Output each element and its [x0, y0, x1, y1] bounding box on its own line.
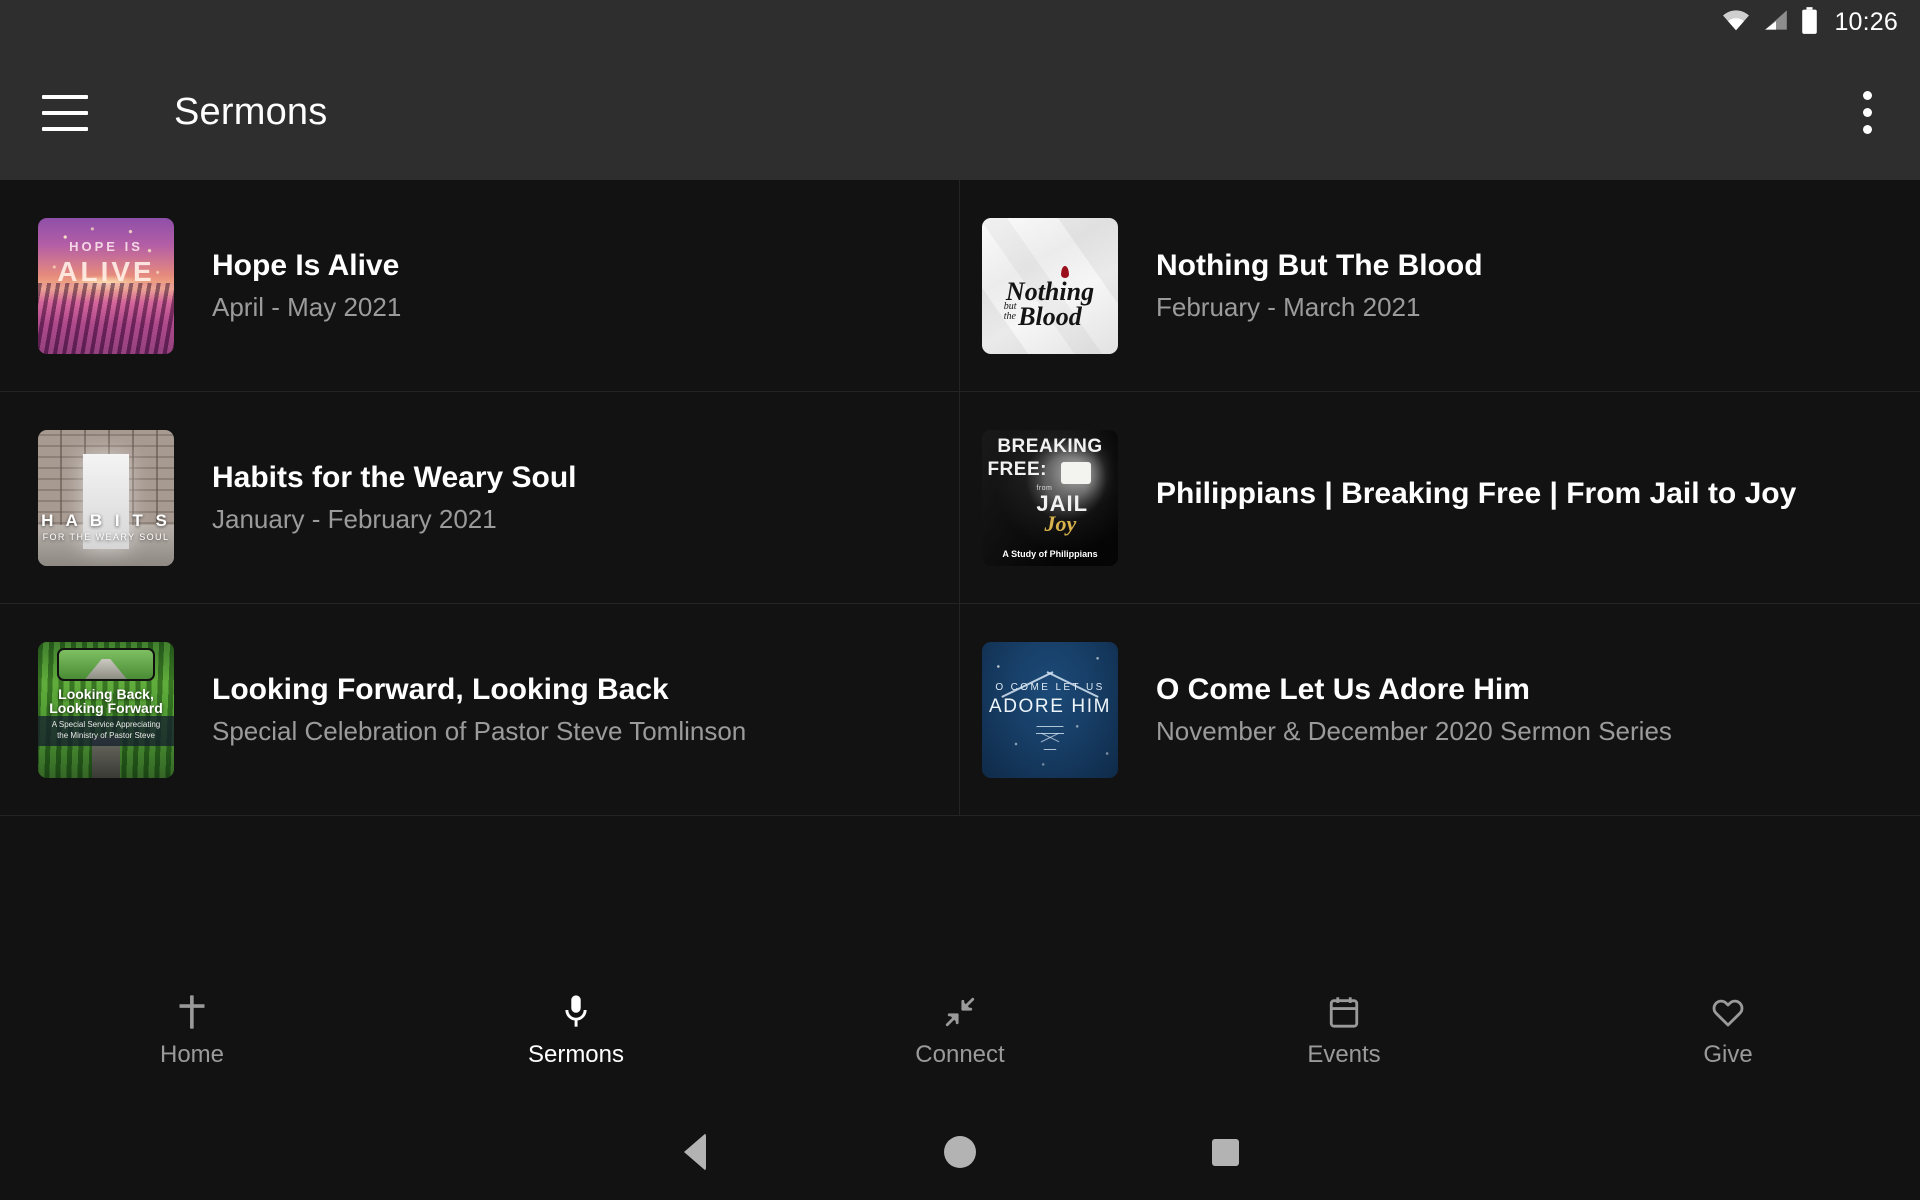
sermon-thumbnail: H A B I T S FOR THE WEARY SOUL	[38, 429, 174, 566]
sermon-title: Habits for the Weary Soul	[212, 461, 577, 495]
sermon-title: Nothing But The Blood	[1156, 249, 1483, 283]
tab-label: Sermons	[527, 1041, 625, 1068]
heart-outline-icon	[1711, 994, 1745, 1030]
calendar-icon	[1328, 994, 1360, 1030]
sermon-thumbnail: BREAKING FREE: from JAIL Joy A Study of …	[982, 429, 1118, 566]
sermons-app-screen: 10:26 Sermons HOPE IS ALIVE Hope Is Aliv…	[0, 0, 1920, 1200]
sermon-grid: HOPE IS ALIVE Hope Is Alive April - May …	[0, 180, 1920, 816]
thumb-text: the Ministry of Pastor Steve	[57, 731, 155, 741]
tab-label: Events	[1307, 1041, 1381, 1068]
sermon-card-text: Nothing But The Blood February - March 2…	[1156, 248, 1483, 323]
battery-icon	[1801, 6, 1818, 39]
thumbnail-art-habits-for-the-weary-soul: H A B I T S FOR THE WEARY SOUL	[38, 429, 174, 566]
sermon-title: Philippians | Breaking Free | From Jail …	[1156, 476, 1797, 510]
hamburger-menu-icon[interactable]	[42, 94, 88, 131]
thumb-text: FOR THE WEARY SOUL	[42, 531, 170, 542]
tab-give[interactable]: Give	[1536, 994, 1920, 1069]
thumb-text: A Study of Philippians	[1002, 548, 1098, 559]
thumb-text: Joy	[1044, 511, 1077, 537]
sermon-subtitle: November & December 2020 Sermon Series	[1156, 715, 1672, 746]
thumbnail-art-breaking-free: BREAKING FREE: from JAIL Joy A Study of …	[982, 429, 1118, 566]
thumbnail-art-nothing-but-the-blood: Nothing but the Blood	[982, 217, 1118, 354]
thumbnail-art-o-come-let-us-adore-him: O COME LET US ADORE HIM	[982, 641, 1118, 778]
sermon-thumbnail: Nothing but the Blood	[982, 217, 1118, 354]
bottom-navigation: Home Sermons Connect Events Give	[0, 980, 1920, 1104]
sermon-card-nothing-but-the-blood[interactable]: Nothing but the Blood Nothing But The Blo…	[960, 180, 1920, 392]
thumb-text: Blood	[1018, 301, 1082, 331]
wifi-icon	[1721, 8, 1751, 37]
sermon-subtitle: January - February 2021	[212, 503, 497, 534]
overflow-dot	[1862, 108, 1872, 117]
hamburger-line	[42, 126, 88, 131]
tab-events[interactable]: Events	[1152, 994, 1536, 1069]
sermon-card-text: Philippians | Breaking Free | From Jail …	[1156, 476, 1796, 519]
cellular-signal-icon	[1762, 8, 1790, 37]
thumb-text: Looking Forward	[49, 699, 163, 716]
back-triangle-icon[interactable]	[563, 1133, 828, 1171]
microphone-icon	[562, 994, 590, 1030]
sermon-thumbnail: Looking Back, Looking Forward A Special …	[38, 641, 174, 778]
thumb-text: FREE:	[987, 459, 1047, 481]
tab-connect[interactable]: Connect	[768, 994, 1152, 1069]
thumb-text: BREAKING	[997, 436, 1103, 458]
thumb-text: HOPE IS	[69, 239, 143, 255]
thumb-text: ALIVE	[57, 255, 155, 287]
sermon-card-habits-for-the-weary-soul[interactable]: H A B I T S FOR THE WEARY SOUL Habits fo…	[0, 392, 960, 604]
cross-icon	[176, 994, 208, 1030]
tab-sermons[interactable]: Sermons	[384, 994, 768, 1069]
sermon-card-philippians-breaking-free[interactable]: BREAKING FREE: from JAIL Joy A Study of …	[960, 392, 1920, 604]
thumb-text: O COME LET US	[995, 682, 1105, 694]
tab-label: Home	[159, 1041, 225, 1068]
sermon-title: O Come Let Us Adore Him	[1156, 673, 1530, 707]
tab-home[interactable]: Home	[0, 994, 384, 1069]
sermon-subtitle: February - March 2021	[1156, 291, 1421, 322]
thumb-text: ADORE HIM	[988, 695, 1112, 717]
recents-square-icon[interactable]	[1093, 1138, 1358, 1166]
status-bar-icons	[1721, 6, 1818, 39]
sermon-card-text: O Come Let Us Adore Him November & Decem…	[1156, 672, 1672, 747]
sermon-list: HOPE IS ALIVE Hope Is Alive April - May …	[0, 180, 1920, 980]
sermon-card-text: Habits for the Weary Soul January - Febr…	[212, 460, 577, 535]
sermon-thumbnail: HOPE IS ALIVE	[38, 217, 174, 354]
sermon-card-looking-forward-looking-back[interactable]: Looking Back, Looking Forward A Special …	[0, 604, 960, 816]
hamburger-line	[42, 110, 88, 115]
compress-arrows-icon	[943, 994, 977, 1030]
sermon-title: Looking Forward, Looking Back	[212, 673, 669, 707]
app-bar: Sermons	[0, 45, 1920, 180]
thumbnail-art-hope-is-alive: HOPE IS ALIVE	[38, 217, 174, 354]
thumbnail-art-looking-back-looking-forward: Looking Back, Looking Forward A Special …	[38, 641, 174, 778]
sermon-thumbnail: O COME LET US ADORE HIM	[982, 641, 1118, 778]
page-title: Sermons	[174, 91, 328, 133]
home-circle-icon[interactable]	[828, 1136, 1093, 1168]
status-bar: 10:26	[0, 0, 1920, 45]
overflow-dot	[1862, 91, 1872, 100]
hamburger-line	[42, 94, 88, 99]
overflow-dot	[1862, 125, 1872, 134]
status-bar-clock: 10:26	[1834, 8, 1898, 36]
tab-label: Connect	[915, 1041, 1005, 1068]
sermon-card-text: Looking Forward, Looking Back Special Ce…	[212, 672, 746, 747]
more-vertical-icon[interactable]	[1844, 83, 1890, 143]
sermon-title: Hope Is Alive	[212, 249, 400, 283]
android-system-navigation-bar	[0, 1104, 1920, 1200]
tab-label: Give	[1703, 1041, 1753, 1068]
sermon-subtitle: April - May 2021	[212, 291, 402, 322]
sermon-card-hope-is-alive[interactable]: HOPE IS ALIVE Hope Is Alive April - May …	[0, 180, 960, 392]
sermon-card-o-come-let-us-adore-him[interactable]: O COME LET US ADORE HIM O Come Let Us Ad…	[960, 604, 1920, 816]
sermon-card-text: Hope Is Alive April - May 2021	[212, 248, 401, 323]
thumb-text: A Special Service Appreciating	[51, 720, 161, 730]
thumb-text: H A B I T S	[41, 511, 171, 531]
sermon-subtitle: Special Celebration of Pastor Steve Toml…	[212, 715, 747, 746]
